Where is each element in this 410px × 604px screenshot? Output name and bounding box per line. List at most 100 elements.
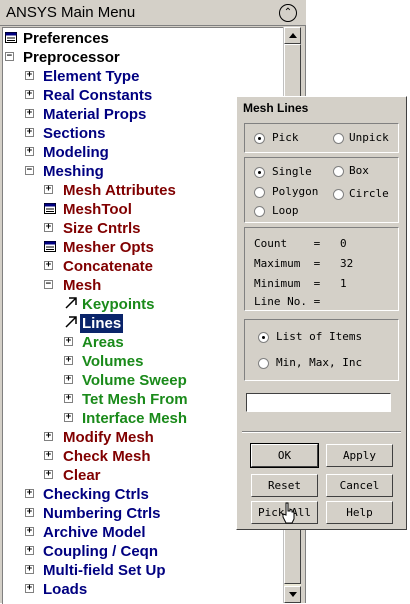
list-of-items-radio[interactable] [258, 332, 269, 343]
help-button[interactable]: Help [326, 501, 393, 524]
expand-icon[interactable]: + [44, 432, 53, 441]
expand-icon[interactable]: + [64, 356, 73, 365]
circle-radio[interactable] [333, 189, 344, 200]
tree-item-label: Volume Sweep [82, 372, 187, 389]
selection-shape-group: Single Box Polygon Circle Loop [244, 157, 399, 223]
tree-item-label: Mesh [63, 277, 102, 294]
maximum-label: Maximum = [254, 257, 321, 270]
tree-item-label: Real Constants [43, 87, 153, 104]
pick-label[interactable]: Pick [272, 131, 299, 145]
tree-item-label: Modify Mesh [63, 429, 154, 446]
tree-item-label: Volumes [82, 353, 144, 370]
tree-item-label: Meshing [43, 163, 104, 180]
tree-item-label: Tet Mesh From [82, 391, 188, 408]
action-arrow-icon [65, 316, 77, 328]
tree-item-label: Checking Ctrls [43, 486, 149, 503]
window-title: ANSYS Main Menu [6, 4, 136, 21]
expand-icon[interactable]: + [25, 90, 34, 99]
list-of-items-label[interactable]: List of Items [276, 330, 362, 344]
scroll-down-button[interactable] [284, 586, 301, 603]
tree-item-label: Modeling [43, 144, 109, 161]
dialog-divider [242, 431, 401, 433]
expand-icon[interactable]: + [25, 546, 34, 555]
dialog-window-icon [44, 241, 56, 252]
tree-item-label: Clear [63, 467, 101, 484]
count-value: 0 [340, 237, 347, 250]
reset-button[interactable]: Reset [251, 474, 318, 497]
loop-label[interactable]: Loop [272, 204, 299, 218]
expand-icon[interactable]: + [25, 489, 34, 498]
maximum-value: 32 [340, 257, 354, 270]
tree-item-label: Element Type [43, 68, 140, 85]
expand-icon[interactable]: + [44, 185, 53, 194]
loop-radio[interactable] [254, 206, 265, 217]
expand-icon[interactable]: + [64, 337, 73, 346]
scroll-up-button[interactable] [284, 27, 301, 44]
minimum-value: 1 [340, 277, 347, 290]
tree-item-multi-field-set-up[interactable]: + Multi-field Set Up [3, 561, 284, 580]
dialog-window-icon [44, 203, 56, 214]
double-chevron-up-icon[interactable]: ⌃ [279, 4, 297, 22]
tree-item-label: Archive Model [43, 524, 146, 541]
single-label[interactable]: Single [272, 165, 312, 179]
expand-icon[interactable]: + [25, 565, 34, 574]
box-label[interactable]: Box [349, 164, 369, 178]
expand-icon[interactable]: + [25, 147, 34, 156]
polygon-label[interactable]: Polygon [272, 185, 318, 199]
unpick-radio[interactable] [333, 133, 344, 144]
tree-item-label: Material Props [43, 106, 147, 123]
expand-icon[interactable]: + [44, 261, 53, 270]
dialog-title: Mesh Lines [239, 99, 404, 117]
tree-item-preprocessor[interactable]: − Preprocessor [3, 48, 284, 67]
tree-item-label: Lines [80, 314, 124, 333]
tree-item-label: Loads [43, 581, 88, 598]
tree-item-preferences[interactable]: Preferences [3, 29, 284, 48]
min-max-inc-radio[interactable] [258, 358, 269, 369]
arrow-down-icon [289, 592, 297, 597]
arrow-up-icon [289, 33, 297, 38]
main-menu-titlebar: ANSYS Main Menu ⌃ [0, 0, 306, 26]
line-number-label: Line No. = [254, 295, 321, 308]
expand-icon[interactable]: + [25, 508, 34, 517]
collapse-icon[interactable]: − [44, 280, 53, 289]
expand-icon[interactable]: + [64, 394, 73, 403]
expand-icon[interactable]: + [25, 584, 34, 593]
tree-item-label: Check Mesh [63, 448, 151, 465]
min-max-inc-label[interactable]: Min, Max, Inc [276, 356, 362, 370]
pick-mode-group: Pick Unpick [244, 123, 399, 153]
collapse-icon[interactable]: − [25, 166, 34, 175]
minimum-label: Minimum = [254, 277, 321, 290]
pick-radio[interactable] [254, 133, 265, 144]
tree-item-element-type[interactable]: + Element Type [3, 67, 284, 86]
expand-icon[interactable]: + [44, 470, 53, 479]
tree-item-label: Mesh Attributes [63, 182, 176, 199]
tree-item-label: Areas [82, 334, 124, 351]
tree-item-label: MeshTool [63, 201, 132, 218]
entry-mode-group: List of Items Min, Max, Inc [244, 319, 399, 381]
single-radio[interactable] [254, 167, 265, 178]
collapse-icon[interactable]: − [5, 52, 14, 61]
box-radio[interactable] [333, 166, 344, 177]
expand-icon[interactable]: + [64, 375, 73, 384]
expand-icon[interactable]: + [25, 128, 34, 137]
tree-item-label: Preprocessor [23, 49, 120, 66]
cancel-button[interactable]: Cancel [326, 474, 393, 497]
expand-icon[interactable]: + [25, 109, 34, 118]
tree-item-label: Coupling / Ceqn [43, 543, 158, 560]
tree-item-label: Multi-field Set Up [43, 562, 166, 579]
tree-item-loads[interactable]: + Loads [3, 580, 284, 599]
expand-icon[interactable]: + [64, 413, 73, 422]
item-entry-field[interactable] [246, 393, 391, 412]
expand-icon[interactable]: + [44, 223, 53, 232]
apply-button[interactable]: Apply [326, 444, 393, 467]
unpick-label[interactable]: Unpick [349, 131, 389, 145]
ok-button[interactable]: OK [250, 443, 319, 468]
expand-icon[interactable]: + [25, 71, 34, 80]
tree-item-coupling-ceqn[interactable]: + Coupling / Ceqn [3, 542, 284, 561]
tree-item-label: Interface Mesh [82, 410, 188, 427]
expand-icon[interactable]: + [44, 451, 53, 460]
circle-label[interactable]: Circle [349, 187, 389, 201]
expand-icon[interactable]: + [25, 527, 34, 536]
polygon-radio[interactable] [254, 187, 265, 198]
pick-statistics-group: Count = 0 Maximum = 32 Minimum = 1 Line … [244, 227, 399, 311]
